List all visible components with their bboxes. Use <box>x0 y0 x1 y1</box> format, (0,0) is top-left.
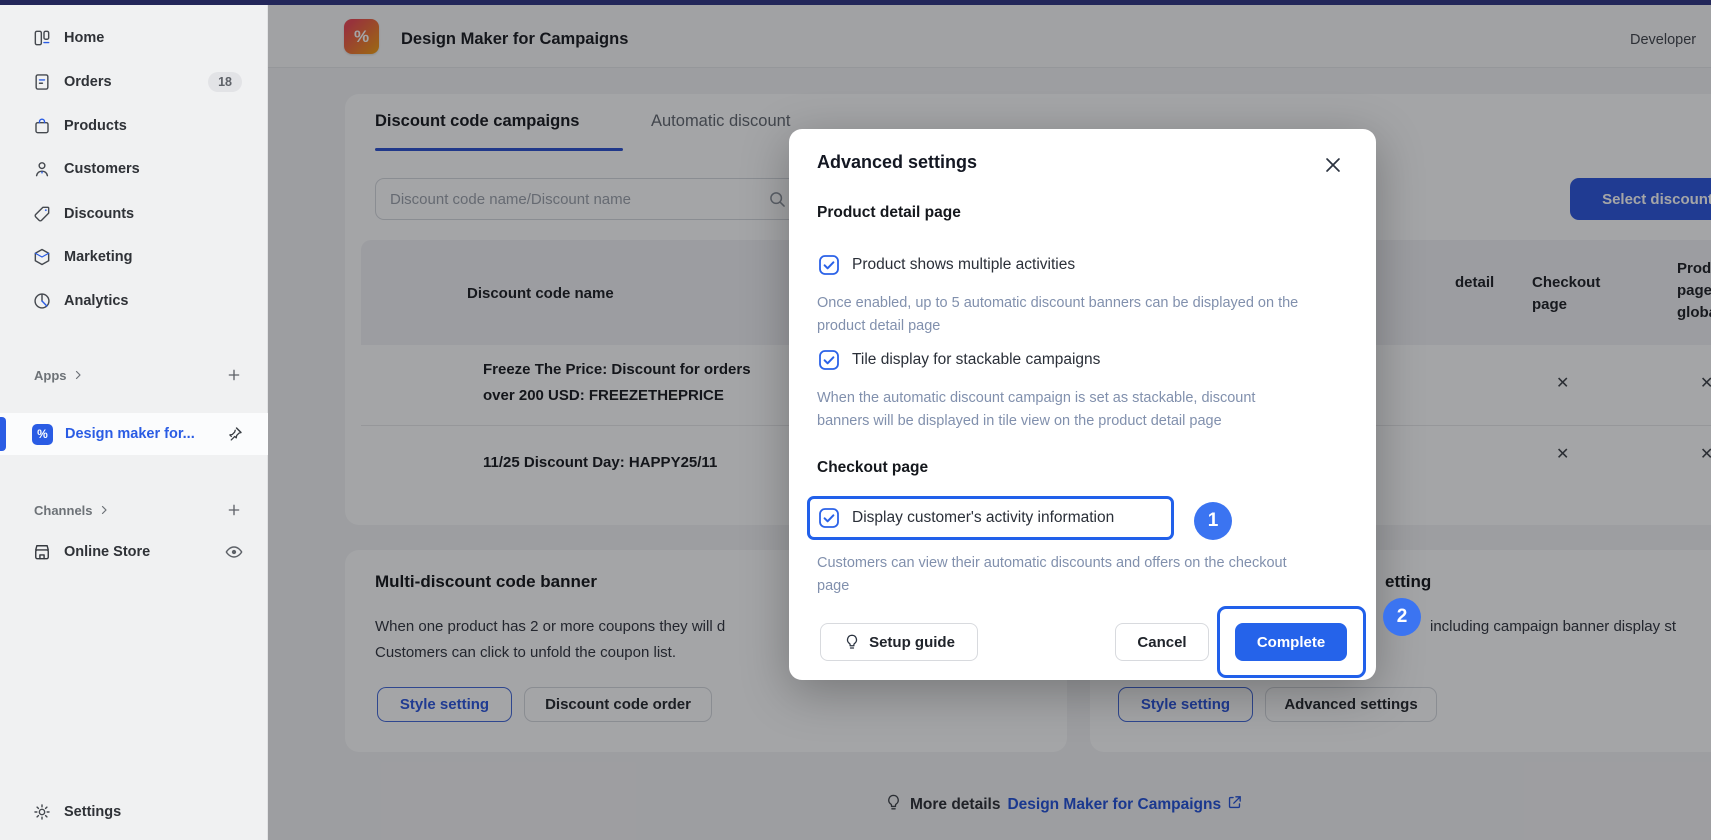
modal-title: Advanced settings <box>817 152 977 173</box>
sidebar-item-orders[interactable]: Orders 18 <box>0 62 268 102</box>
sidebar-item-label: Discounts <box>64 206 134 222</box>
preview-eye-icon[interactable] <box>224 542 244 562</box>
analytics-icon <box>32 291 52 311</box>
option-label: Tile display for stackable campaigns <box>852 351 1100 369</box>
sidebar-section-apps[interactable]: Apps <box>0 359 268 391</box>
lightbulb-icon <box>843 633 861 651</box>
annotation-step-2-badge: 2 <box>1383 598 1421 636</box>
sidebar-item-label: Home <box>64 30 104 46</box>
option-display-customer-activity[interactable]: Display customer's activity information <box>819 508 1114 528</box>
sidebar-section-channels[interactable]: Channels <box>0 494 268 526</box>
sidebar-item-marketing[interactable]: Marketing <box>0 237 268 277</box>
discounts-icon <box>32 204 52 224</box>
option-tile-display-stackable[interactable]: Tile display for stackable campaigns <box>819 350 1100 370</box>
sidebar-item-design-maker[interactable]: % Design maker for... <box>0 413 268 455</box>
sidebar-item-label: Products <box>64 118 127 134</box>
screen: Home Orders 18 Products Customers Discou… <box>0 0 1711 840</box>
close-icon[interactable] <box>1322 154 1344 176</box>
sidebar-item-label: Marketing <box>64 249 133 265</box>
products-icon <box>32 116 52 136</box>
channels-section-label: Channels <box>34 503 93 518</box>
sidebar-item-label: Online Store <box>64 544 150 560</box>
chevron-right-icon <box>98 504 110 516</box>
orders-count-badge: 18 <box>208 72 242 92</box>
online-store-icon <box>32 542 52 562</box>
chevron-right-icon <box>72 369 84 381</box>
section-checkout-page: Checkout page <box>817 459 928 477</box>
design-maker-app-icon: % <box>32 424 53 445</box>
option-description: When the automatic discount campaign is … <box>817 387 1309 433</box>
complete-button[interactable]: Complete <box>1235 623 1347 661</box>
cancel-button[interactable]: Cancel <box>1115 623 1209 661</box>
checkbox-checked-icon[interactable] <box>819 508 839 528</box>
option-description: Once enabled, up to 5 automatic discount… <box>817 292 1309 338</box>
active-item-indicator <box>0 417 6 451</box>
main-content: % Design Maker for Campaigns Developer D… <box>268 0 1711 840</box>
top-navigation-bar <box>0 0 1711 5</box>
advanced-settings-modal: Advanced settings Product detail page Pr… <box>789 129 1376 680</box>
section-product-detail-page: Product detail page <box>817 204 961 222</box>
sidebar-item-label: Analytics <box>64 293 128 309</box>
option-label: Product shows multiple activities <box>852 256 1075 274</box>
sidebar-item-home[interactable]: Home <box>0 18 268 58</box>
pin-icon[interactable] <box>226 425 244 443</box>
sidebar-item-customers[interactable]: Customers <box>0 149 268 189</box>
add-app-button[interactable] <box>226 367 242 383</box>
sidebar-item-online-store[interactable]: Online Store <box>0 532 268 572</box>
orders-icon <box>32 72 52 92</box>
setup-guide-button[interactable]: Setup guide <box>820 623 978 661</box>
option-label: Display customer's activity information <box>852 509 1114 527</box>
add-channel-button[interactable] <box>226 502 242 518</box>
customers-icon <box>32 159 52 179</box>
setup-guide-label: Setup guide <box>869 634 955 651</box>
sidebar-item-products[interactable]: Products <box>0 106 268 146</box>
sidebar-item-discounts[interactable]: Discounts <box>0 194 268 234</box>
apps-section-label: Apps <box>34 368 67 383</box>
sidebar-item-label: Settings <box>64 804 121 820</box>
sidebar-item-settings[interactable]: Settings <box>0 792 268 832</box>
option-description: Customers can view their automatic disco… <box>817 552 1309 598</box>
sidebar-item-analytics[interactable]: Analytics <box>0 281 268 321</box>
home-icon <box>32 28 52 48</box>
sidebar-item-label: Customers <box>64 161 140 177</box>
option-product-shows-multiple-activities[interactable]: Product shows multiple activities <box>819 255 1075 275</box>
sidebar: Home Orders 18 Products Customers Discou… <box>0 5 268 840</box>
checkbox-checked-icon[interactable] <box>819 255 839 275</box>
annotation-step-1-badge: 1 <box>1194 502 1232 540</box>
marketing-icon <box>32 247 52 267</box>
sidebar-item-label: Orders <box>64 74 112 90</box>
gear-icon <box>32 802 52 822</box>
sidebar-item-label: Design maker for... <box>65 426 195 442</box>
checkbox-checked-icon[interactable] <box>819 350 839 370</box>
